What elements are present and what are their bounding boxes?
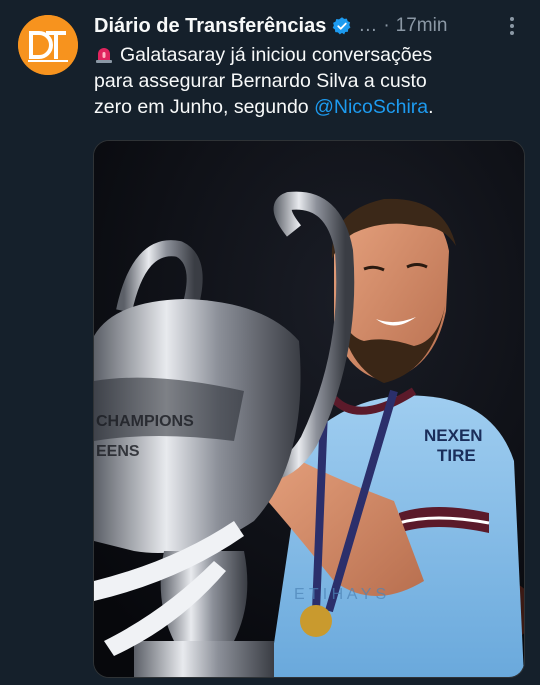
mention-link[interactable]: @NicoSchira [314,96,428,118]
more-options-icon[interactable] [502,14,522,38]
trophy-text-2: EENS [96,443,140,460]
tweet[interactable]: Diário de Transferências … · 17min Galat… [0,0,540,685]
text-line-1: Galatasaray já iniciou conversações [120,44,433,66]
text-line-3-end: . [428,96,434,118]
verified-badge-icon[interactable] [332,16,352,36]
text-line-3: zero em Junho, segundo [94,96,315,118]
tweet-header: Diário de Transferências … · 17min [94,12,500,40]
trophy-text: CHAMPIONS [96,413,194,430]
logo-icon [18,15,78,75]
timestamp[interactable]: 17min [396,15,448,37]
text-line-2: para assegurar Bernardo Silva a custo [94,70,427,92]
author-handle[interactable]: … [358,15,377,37]
separator-dot: · [383,15,390,36]
avatar[interactable] [18,15,78,75]
siren-icon [96,48,112,63]
tweet-photo[interactable]: NEXEN TIRE E T I H A Y S CHAMPIONS EENS [93,140,525,678]
shirt-sponsor-1: NEXEN [424,426,483,445]
shirt-lower-text: E T I H A Y S [294,586,386,603]
shirt-sponsor-2: TIRE [437,446,476,465]
author-name[interactable]: Diário de Transferências [94,15,326,38]
photo-illustration: NEXEN TIRE E T I H A Y S CHAMPIONS EENS [94,141,524,677]
tweet-text: Galatasaray já iniciou conversações para… [94,42,514,120]
